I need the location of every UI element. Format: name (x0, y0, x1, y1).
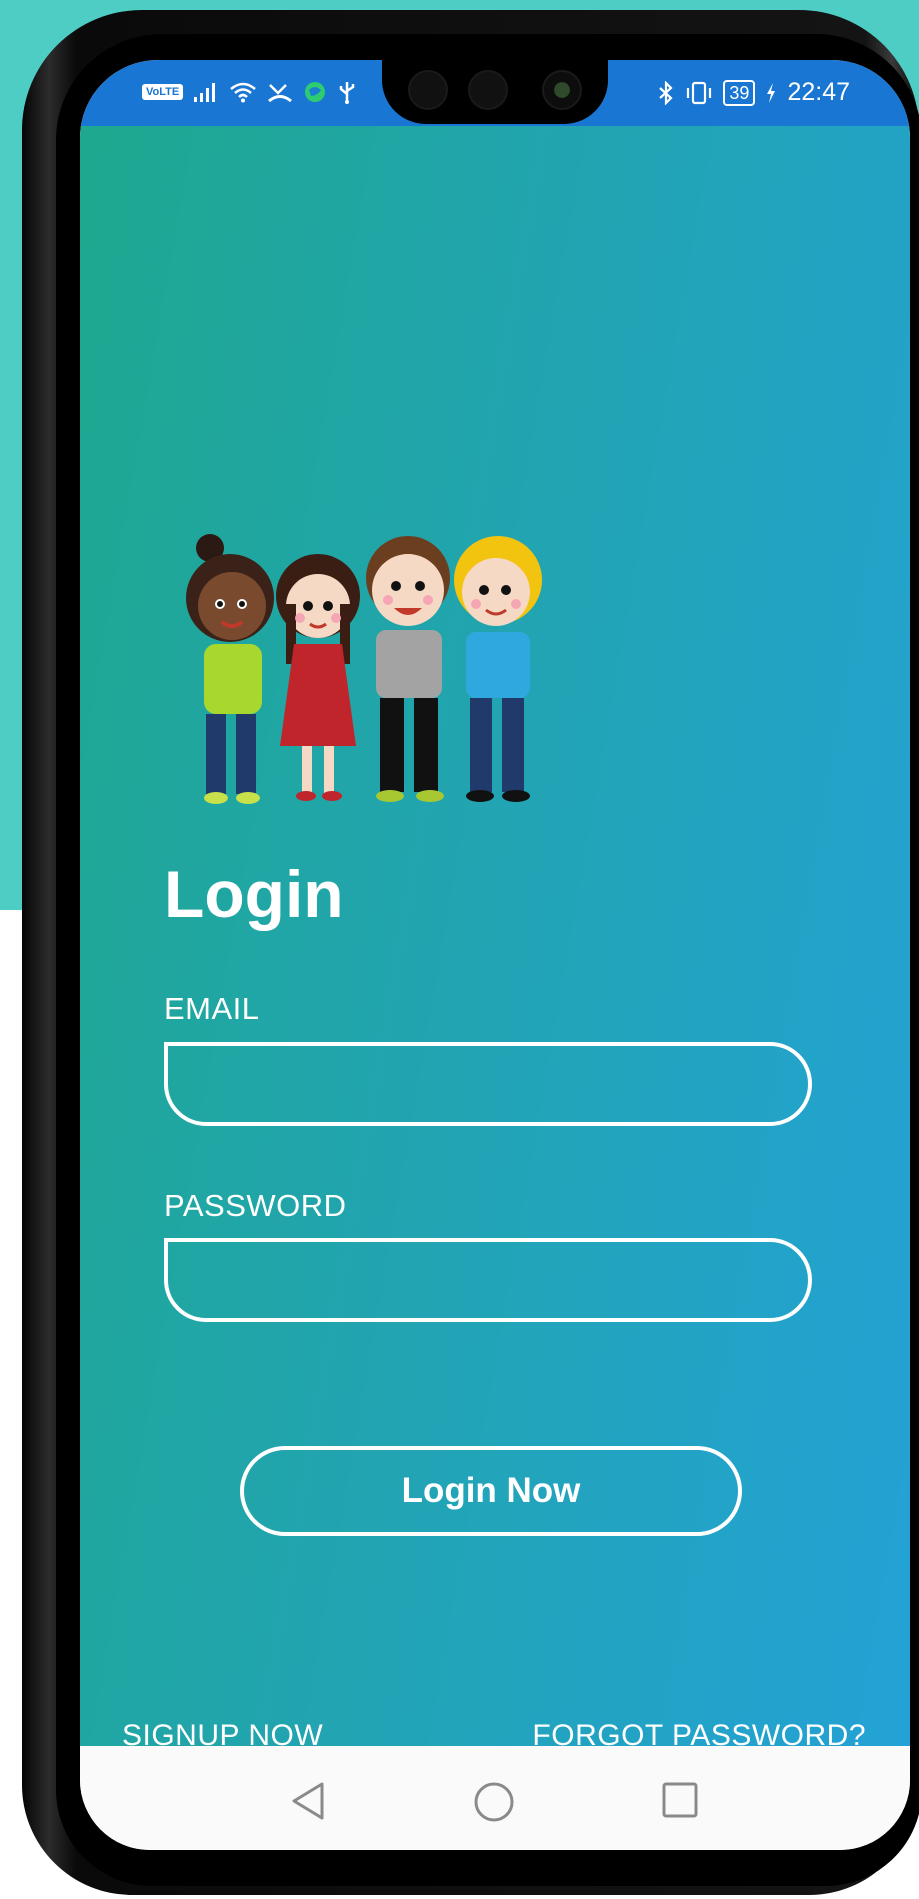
wifi-icon (230, 82, 257, 103)
volte-badge: VoLTE (142, 84, 184, 100)
page: VoLTE 39 22:47 Login EMAIL PASSWORD Logi… (0, 0, 919, 1899)
missed-call-icon (268, 84, 293, 103)
phone-screen: VoLTE 39 22:47 Login EMAIL PASSWORD Logi… (80, 60, 910, 1850)
email-label: EMAIL (164, 991, 260, 1026)
home-icon[interactable] (472, 1780, 516, 1824)
camera-notch (382, 60, 608, 124)
password-field[interactable] (164, 1238, 812, 1322)
vibrate-icon (687, 81, 712, 104)
usb-icon (339, 82, 355, 104)
charging-icon (767, 82, 776, 103)
system-nav-bar (80, 1746, 910, 1850)
kid-figure (366, 536, 450, 802)
back-icon[interactable] (288, 1780, 328, 1822)
kid-figure (276, 554, 360, 801)
signal-icon (194, 83, 216, 102)
kid-figure (454, 536, 542, 802)
kid-figure (186, 534, 274, 804)
login-button[interactable]: Login Now (240, 1446, 742, 1536)
status-right-icons: 39 22:47 (657, 78, 850, 107)
status-left-icons: VoLTE (142, 80, 357, 104)
login-screen: Login EMAIL PASSWORD Login Now SIGNUP NO… (80, 126, 910, 1752)
vpn-icon (305, 82, 326, 102)
bluetooth-icon (659, 80, 673, 105)
kids-illustration (186, 534, 542, 804)
front-sensor (468, 70, 508, 110)
battery-icon: 39 (723, 79, 756, 106)
phone-frame: VoLTE 39 22:47 Login EMAIL PASSWORD Logi… (22, 10, 919, 1895)
clock: 22:47 (787, 78, 850, 106)
front-sensor (408, 70, 448, 110)
recents-icon[interactable] (660, 1780, 700, 1820)
email-field[interactable] (164, 1042, 812, 1126)
password-label: PASSWORD (164, 1188, 347, 1223)
page-title: Login (164, 857, 344, 931)
front-camera (542, 70, 582, 110)
status-bar: VoLTE 39 22:47 (80, 60, 910, 126)
